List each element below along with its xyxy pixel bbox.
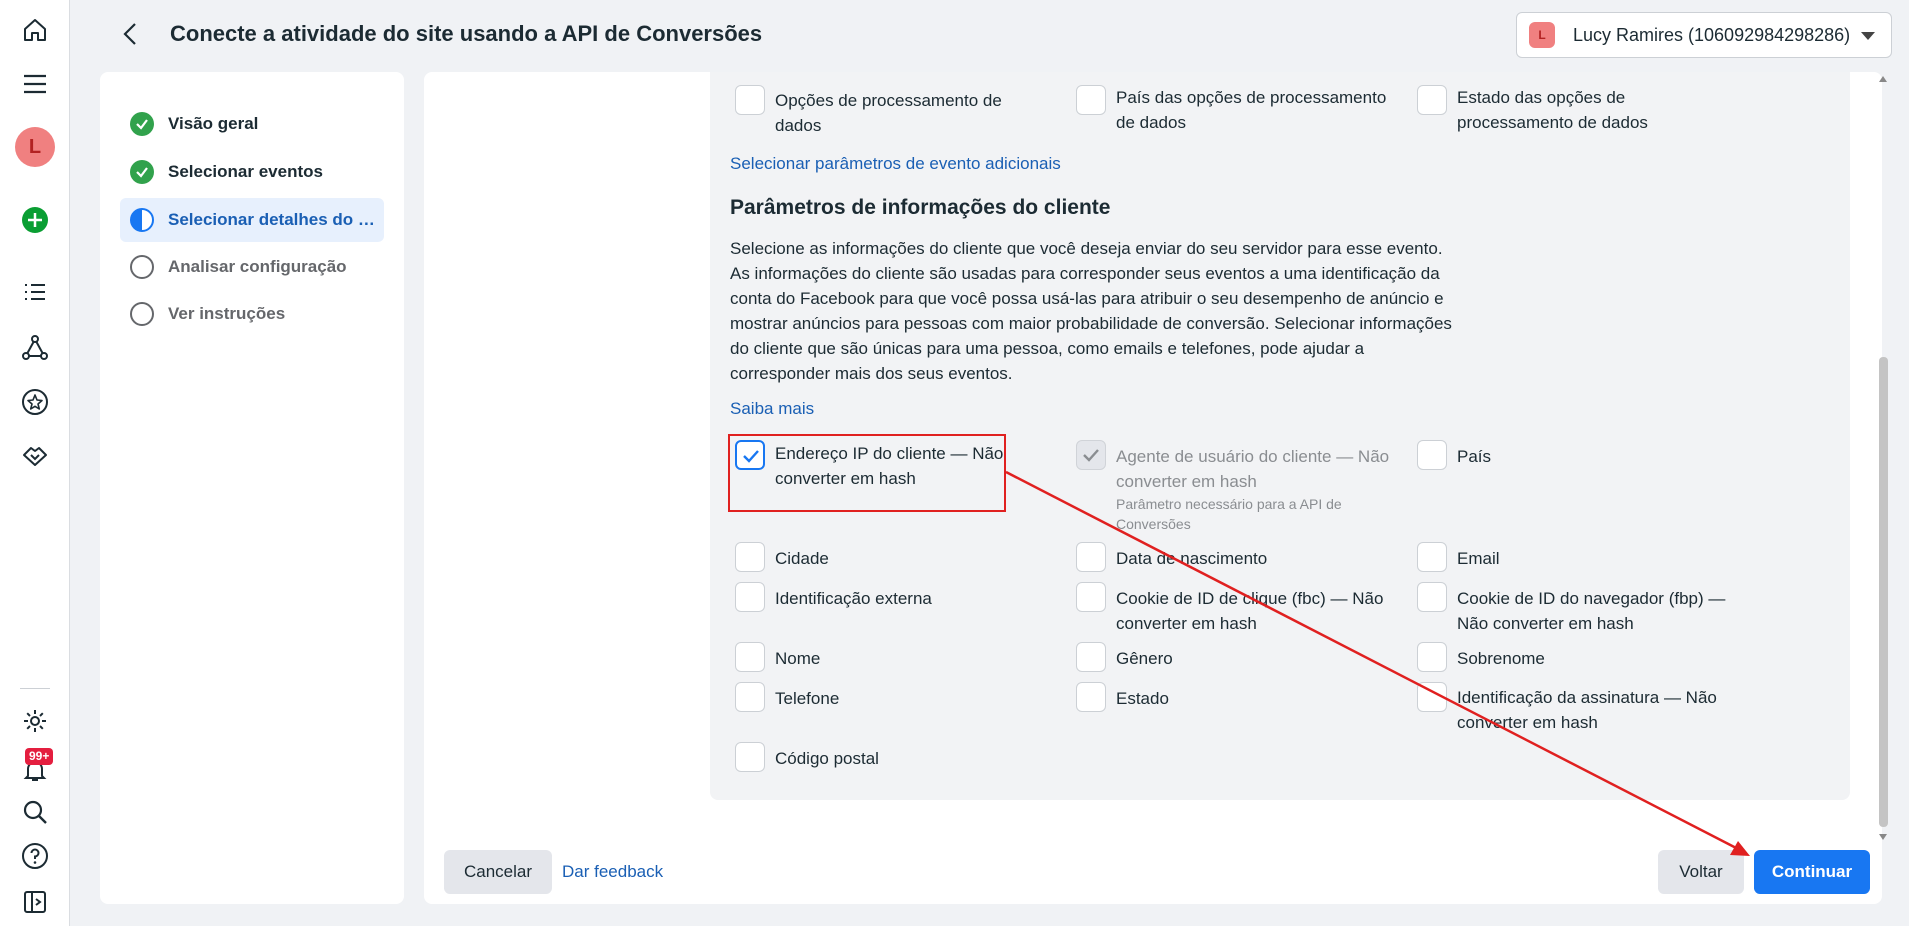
checkbox-external-id[interactable] xyxy=(735,582,765,612)
section-title: Parâmetros de informações do cliente xyxy=(730,196,1111,219)
option-label: Código postal xyxy=(775,749,879,768)
check-circle-icon xyxy=(130,160,154,184)
step-event-details[interactable]: Selecionar detalhes do evento xyxy=(120,198,384,242)
page-header: Conecte a atividade do site usando a API… xyxy=(70,0,1909,68)
option-label: País das opções de processamento de dado… xyxy=(1116,88,1387,132)
checkbox-data-processing-country[interactable] xyxy=(1076,85,1106,115)
option-label: Nome xyxy=(775,649,821,668)
create-plus-icon[interactable] xyxy=(17,202,53,238)
checkbox-fbp-cookie[interactable] xyxy=(1417,582,1447,612)
checkbox-first-name[interactable] xyxy=(735,642,765,672)
step-review-setup[interactable]: Analisar configuração xyxy=(120,245,384,289)
cancel-button[interactable]: Cancelar xyxy=(444,850,552,894)
give-feedback-link[interactable]: Dar feedback xyxy=(562,862,663,882)
empty-circle-icon xyxy=(130,255,154,279)
step-label: Analisar configuração xyxy=(168,257,347,276)
account-selector[interactable]: L Lucy Ramires (106092984298286) xyxy=(1516,12,1892,58)
setup-steps-panel: Visão geral Selecionar eventos Seleciona… xyxy=(100,72,404,904)
star-icon[interactable] xyxy=(17,384,53,420)
checkbox-phone[interactable] xyxy=(735,682,765,712)
back-arrow-icon[interactable] xyxy=(110,14,150,54)
network-icon[interactable] xyxy=(17,330,53,366)
page-title: Conecte a atividade do site usando a API… xyxy=(170,21,763,46)
gear-icon[interactable] xyxy=(17,703,53,739)
notification-badge: 99+ xyxy=(25,748,54,765)
list-icon[interactable] xyxy=(17,274,53,310)
option-label: Opções de processamento de dados xyxy=(775,91,1002,135)
checkbox-country[interactable] xyxy=(1417,440,1447,470)
account-name: Lucy Ramires (106092984298286) xyxy=(1573,24,1851,45)
menu-icon[interactable] xyxy=(17,66,53,102)
option-label: País xyxy=(1457,447,1492,466)
checkbox-birthdate[interactable] xyxy=(1076,542,1106,572)
step-overview[interactable]: Visão geral xyxy=(120,102,384,146)
checkbox-data-processing-state[interactable] xyxy=(1417,85,1447,115)
option-label: Estado das opções de processamento de da… xyxy=(1457,88,1648,132)
checkbox-state[interactable] xyxy=(1076,682,1106,712)
step-label: Selecionar detalhes do evento xyxy=(168,210,382,229)
caret-down-icon xyxy=(1861,32,1875,40)
checkbox-email[interactable] xyxy=(1417,542,1447,572)
option-label: Data de nascimento xyxy=(1116,549,1268,568)
option-label: Cookie de ID do navegador (fbp) — Não co… xyxy=(1457,589,1726,633)
help-icon[interactable] xyxy=(17,838,53,874)
option-label: Identificação externa xyxy=(775,589,932,608)
check-circle-icon xyxy=(130,112,154,136)
continue-button[interactable]: Continuar xyxy=(1754,850,1870,894)
scrollbar-thumb[interactable] xyxy=(1879,357,1888,827)
option-label: Estado xyxy=(1116,689,1169,708)
checkbox-client-user-agent xyxy=(1076,440,1106,470)
checkbox-fbc-cookie[interactable] xyxy=(1076,582,1106,612)
option-label: Cookie de ID de clique (fbc) — Não conve… xyxy=(1116,589,1384,633)
scroll-down-arrow-icon[interactable] xyxy=(1879,834,1887,840)
section-description: Selecione as informações do cliente que … xyxy=(730,239,1452,383)
avatar[interactable]: L xyxy=(15,127,55,167)
checkbox-last-name[interactable] xyxy=(1417,642,1447,672)
home-icon[interactable] xyxy=(17,12,53,48)
empty-circle-icon xyxy=(130,302,154,326)
search-icon[interactable] xyxy=(17,794,53,830)
vertical-scrollbar[interactable] xyxy=(1876,72,1890,840)
step-label: Selecionar eventos xyxy=(168,162,323,181)
back-button[interactable]: Voltar xyxy=(1658,850,1744,894)
option-label: Gênero xyxy=(1116,649,1173,668)
left-nav-rail: L 99+ xyxy=(0,0,70,926)
checkbox-data-processing-options[interactable] xyxy=(735,85,765,115)
option-label: Identificação da assinatura — Não conver… xyxy=(1457,688,1717,732)
checkbox-gender[interactable] xyxy=(1076,642,1106,672)
step-label: Visão geral xyxy=(168,114,259,133)
required-param-note: Parâmetro necessário para a API de Conve… xyxy=(1116,496,1342,532)
half-circle-progress-icon xyxy=(130,208,154,232)
rail-divider xyxy=(20,688,50,689)
learn-more-link[interactable]: Saiba mais xyxy=(730,399,814,419)
account-avatar: L xyxy=(1529,22,1555,48)
checkbox-subscription-id[interactable] xyxy=(1417,682,1447,712)
scroll-up-arrow-icon[interactable] xyxy=(1879,76,1887,82)
step-view-instructions[interactable]: Ver instruções xyxy=(120,292,384,336)
handshake-icon[interactable] xyxy=(17,438,53,474)
step-select-events[interactable]: Selecionar eventos xyxy=(120,150,384,194)
checkbox-city[interactable] xyxy=(735,542,765,572)
step-label: Ver instruções xyxy=(168,304,286,323)
option-label: Cidade xyxy=(775,549,829,568)
sidebar-toggle-icon[interactable] xyxy=(17,884,53,920)
option-label: Agente de usuário do cliente — Não conve… xyxy=(1116,447,1390,491)
option-label: Sobrenome xyxy=(1457,649,1545,668)
annotation-highlight-box xyxy=(728,434,1006,512)
checkbox-zip-code[interactable] xyxy=(735,742,765,772)
event-details-panel: Opções de processamento de dados País da… xyxy=(424,72,1882,904)
select-additional-params-link[interactable]: Selecionar parâmetros de evento adiciona… xyxy=(730,154,1061,174)
option-label: Email xyxy=(1457,549,1500,568)
option-label: Telefone xyxy=(775,689,840,708)
